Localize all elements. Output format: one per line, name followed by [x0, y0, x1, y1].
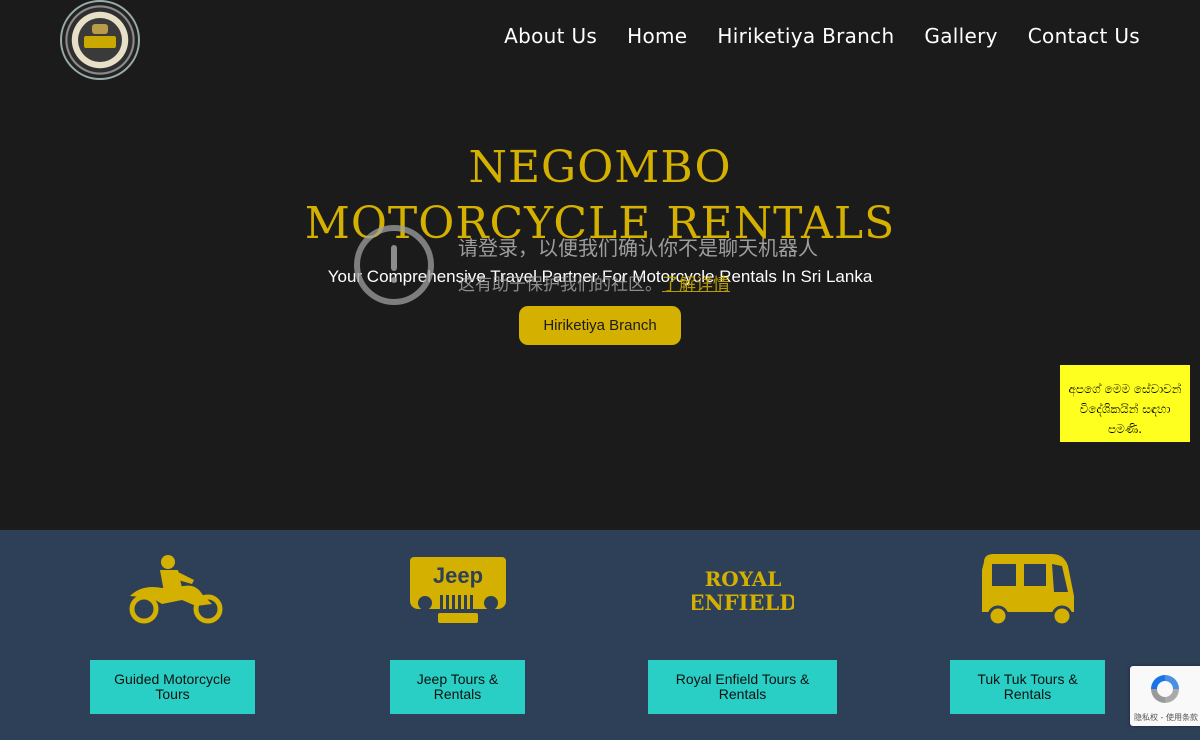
site-logo[interactable]	[60, 0, 140, 80]
jeep-logo-text: Jeep	[433, 563, 483, 588]
nav-about-us[interactable]: About Us	[504, 24, 597, 48]
tuk-tuk-icon	[982, 554, 1074, 626]
nav-home[interactable]: Home	[627, 24, 687, 48]
royal-enfield-logo-text-1: ROYAL	[705, 567, 782, 591]
login-prompt-text: 请登录，以便我们确认你不是聊天机器人	[458, 236, 818, 260]
main-nav: About Us Home Hiriketiya Branch Gallery …	[504, 24, 1140, 48]
nav-contact-us[interactable]: Contact Us	[1028, 24, 1140, 48]
recaptcha-badge[interactable]: 隐私权 - 使用条款	[1130, 666, 1200, 726]
nav-hiriketiya-branch[interactable]: Hiriketiya Branch	[717, 24, 894, 48]
learn-more-link[interactable]: 了解详情	[662, 275, 730, 295]
jeep-logo-icon: Jeep	[410, 557, 506, 623]
jeep-tours-button[interactable]: Jeep Tours & Rentals	[390, 660, 525, 714]
royal-enfield-tours-button[interactable]: Royal Enfield Tours & Rentals	[648, 660, 837, 714]
warning-icon	[354, 225, 434, 305]
foreigners-only-note: අපගේ මෙම සේවාවන් විදේශිකයින් සඳහා පමණි.	[1060, 365, 1190, 442]
hero-title-line1: NEGOMBO	[468, 142, 732, 193]
royal-enfield-logo-icon: ROYAL ENFIELD	[692, 567, 794, 615]
login-prompt-subtext-prefix: 这有助于保护我们的社区。	[458, 275, 662, 295]
warning-icon-dot	[391, 277, 397, 283]
services-section: Jeep ROYAL ENFIELD Guided Motorcycle Tou…	[0, 530, 1200, 740]
hiriketiya-branch-button[interactable]: Hiriketiya Branch	[519, 306, 681, 345]
recaptcha-icon	[1151, 675, 1179, 703]
recaptcha-terms[interactable]: 隐私权 - 使用条款	[1132, 712, 1200, 723]
nav-gallery[interactable]: Gallery	[924, 24, 997, 48]
login-prompt-subtext: 这有助于保护我们的社区。了解详情	[458, 270, 730, 295]
warning-icon-bar	[391, 245, 397, 271]
royal-enfield-logo-text-2: ENFIELD	[692, 590, 794, 615]
tuk-tuk-tours-button[interactable]: Tuk Tuk Tours & Rentals	[950, 660, 1105, 714]
guided-motorcycle-tours-button[interactable]: Guided Motorcycle Tours	[90, 660, 255, 714]
motorcycle-rider-icon	[129, 555, 223, 624]
logo-emblem-icon	[78, 18, 122, 62]
